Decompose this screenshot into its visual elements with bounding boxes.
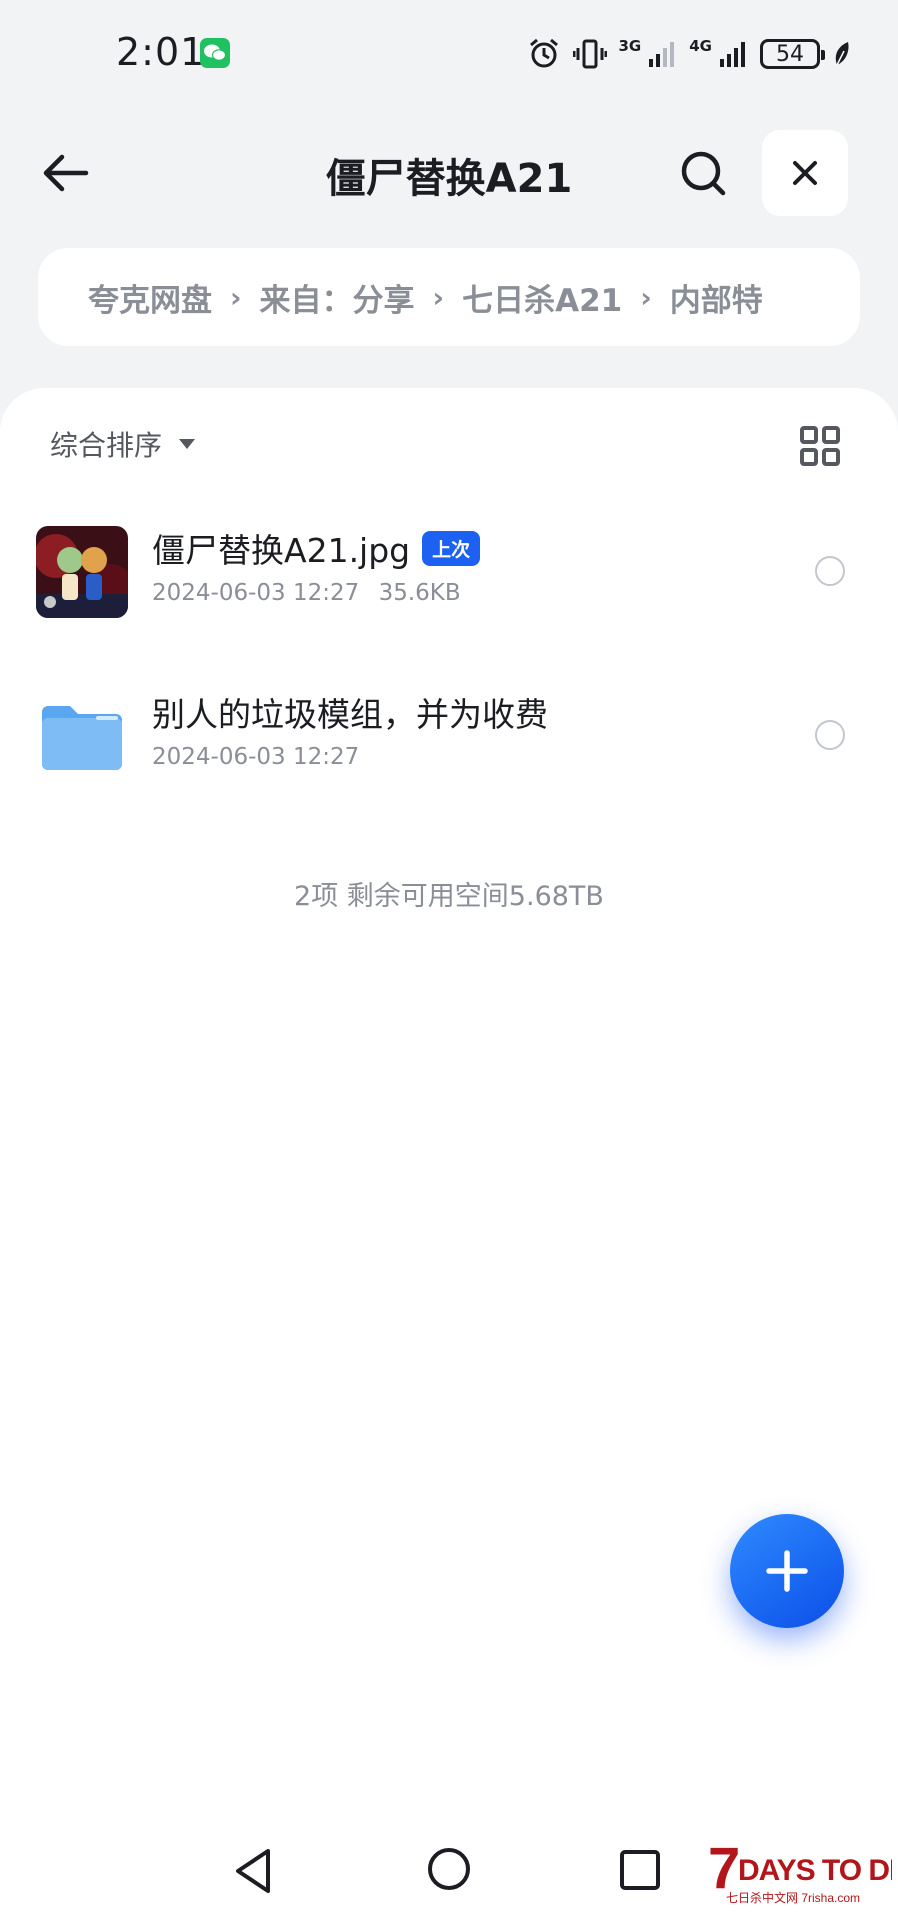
svg-text:DAYS TO DIE: DAYS TO DIE bbox=[738, 1854, 892, 1887]
breadcrumb-item[interactable]: 七日杀A21 bbox=[462, 275, 622, 320]
last-opened-badge: 上次 bbox=[422, 530, 481, 566]
file-meta: 2024-06-03 12:27 bbox=[152, 744, 359, 770]
breadcrumb-item[interactable]: 内部特 bbox=[670, 275, 763, 320]
network-3g-label: 3G bbox=[618, 37, 642, 55]
leaf-icon bbox=[835, 42, 849, 66]
file-meta: 2024-06-03 12:27 35.6KB bbox=[152, 580, 461, 606]
folder-row[interactable]: 别人的垃圾模组，并为收费 2024-06-03 12:27 bbox=[0, 680, 898, 800]
close-icon bbox=[793, 161, 817, 185]
select-radio[interactable] bbox=[815, 720, 845, 750]
status-bar: 2:01 3G 4G 54 bbox=[0, 0, 898, 104]
file-list-panel: 综合排序 僵尸替换A21.jpg 上次 2024-06-03 12:27 35.… bbox=[0, 388, 898, 1920]
file-size: 35.6KB bbox=[378, 580, 461, 606]
file-date: 2024-06-03 12:27 bbox=[152, 580, 360, 606]
breadcrumb: 夸克网盘 › 来自：分享 › 七日杀A21 › 内部特 bbox=[38, 248, 860, 346]
signal-icon bbox=[649, 42, 675, 67]
square-recents-icon bbox=[620, 1850, 660, 1890]
close-button[interactable] bbox=[762, 130, 848, 216]
add-button[interactable] bbox=[730, 1514, 844, 1628]
chevron-right-icon: › bbox=[230, 280, 242, 314]
sort-label: 综合排序 bbox=[50, 429, 163, 462]
folder-icon bbox=[36, 692, 128, 784]
storage-summary: 2项 剩余可用空间5.68TB bbox=[294, 881, 604, 912]
file-name-text: 僵尸替换A21.jpg bbox=[152, 531, 411, 570]
folder-name: 别人的垃圾模组，并为收费 bbox=[152, 695, 548, 734]
breadcrumb-item[interactable]: 夸克网盘 bbox=[88, 275, 212, 320]
battery-indicator: 54 bbox=[760, 39, 825, 69]
search-icon bbox=[681, 151, 726, 196]
plus-icon bbox=[766, 1550, 808, 1592]
file-date: 2024-06-03 12:27 bbox=[152, 744, 360, 770]
search-button[interactable] bbox=[672, 142, 734, 204]
nav-home-button[interactable] bbox=[424, 1844, 474, 1898]
triangle-back-icon bbox=[236, 1849, 270, 1893]
caret-down-icon bbox=[179, 439, 196, 449]
grid-view-toggle[interactable] bbox=[796, 422, 844, 470]
wechat-notification-icon bbox=[200, 38, 230, 68]
chevron-right-icon: › bbox=[432, 280, 445, 314]
status-time: 2:01 bbox=[116, 30, 206, 74]
file-name: 僵尸替换A21.jpg 上次 bbox=[152, 524, 481, 572]
select-radio[interactable] bbox=[815, 556, 845, 586]
network-4g-label: 4G bbox=[689, 37, 712, 55]
nav-recents-button[interactable] bbox=[618, 1848, 662, 1896]
watermark-logo: 7 DAYS TO DIE 七日杀中文网 7risha.com bbox=[706, 1834, 898, 1914]
alarm-icon bbox=[529, 38, 558, 68]
circle-home-icon bbox=[428, 1848, 470, 1890]
svg-text:七日杀中文网 7risha.com: 七日杀中文网 7risha.com bbox=[726, 1890, 860, 1905]
breadcrumb-item[interactable]: 来自：分享 bbox=[260, 275, 415, 320]
top-bar: 僵尸替换A21 bbox=[0, 126, 898, 218]
nav-back-button[interactable] bbox=[230, 1846, 276, 1900]
status-icons: 3G 4G 54 bbox=[527, 34, 853, 74]
image-thumbnail bbox=[36, 526, 128, 618]
grid-icon bbox=[800, 426, 840, 466]
chevron-right-icon: › bbox=[640, 280, 652, 314]
file-row[interactable]: 僵尸替换A21.jpg 上次 2024-06-03 12:27 35.6KB bbox=[0, 516, 898, 636]
signal-icon bbox=[720, 42, 745, 67]
sort-dropdown[interactable]: 综合排序 bbox=[50, 424, 196, 464]
vibrate-icon bbox=[572, 39, 607, 69]
